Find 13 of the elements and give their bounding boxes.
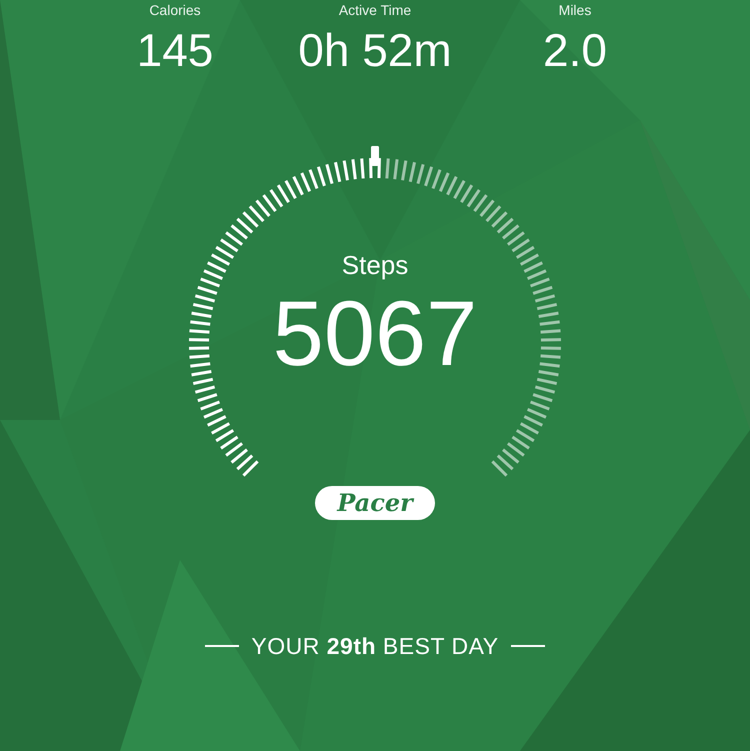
stat-label: Calories bbox=[149, 2, 201, 18]
pacer-logo: Pacer bbox=[315, 486, 435, 520]
stat-value: 2.0 bbox=[543, 24, 607, 76]
stat-label: Miles bbox=[558, 2, 592, 18]
stat-value: 145 bbox=[136, 24, 214, 76]
best-day-text: YOUR 29th BEST DAY bbox=[251, 632, 499, 660]
stat-value: 0h 52m bbox=[298, 24, 452, 76]
steps-label: Steps bbox=[342, 250, 408, 280]
progress-marker bbox=[371, 146, 379, 166]
divider-line bbox=[205, 645, 240, 647]
stat-label: Active Time bbox=[338, 2, 412, 18]
steps-count: 5067 bbox=[272, 284, 478, 384]
divider-line bbox=[510, 645, 545, 647]
